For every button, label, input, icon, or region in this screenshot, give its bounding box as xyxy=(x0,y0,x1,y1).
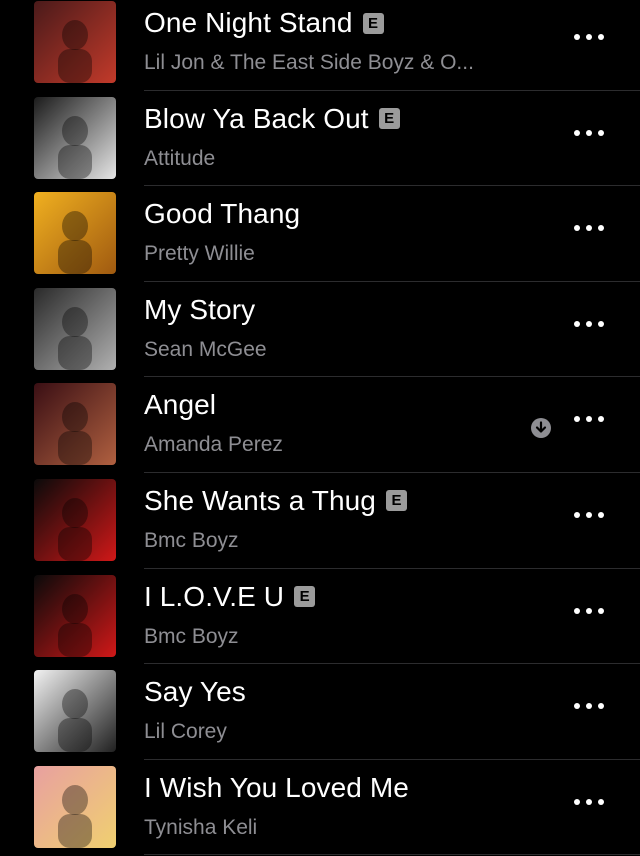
ellipsis-icon[interactable] xyxy=(574,411,604,427)
album-artwork xyxy=(34,574,116,657)
ellipsis-icon[interactable] xyxy=(574,125,604,141)
song-row[interactable]: Blow Ya Back Out E Attitude xyxy=(0,91,640,187)
song-title: I L.O.V.E U xyxy=(144,580,285,612)
ellipsis-icon[interactable] xyxy=(574,507,604,523)
song-artist: Bmc Boyz xyxy=(144,624,239,648)
song-artist: Pretty Willie xyxy=(144,242,255,266)
song-title: One Night Stand xyxy=(144,7,353,38)
song-info: Angel Amanda Perez xyxy=(144,385,530,457)
ellipsis-icon[interactable] xyxy=(574,698,604,714)
album-artwork xyxy=(34,383,116,466)
album-artwork xyxy=(34,478,116,561)
ellipsis-icon[interactable] xyxy=(574,29,604,45)
album-artwork xyxy=(34,1,116,83)
downloaded-icon xyxy=(530,417,552,439)
song-artist: Tynisha Keli xyxy=(144,815,258,839)
song-info: One Night Stand E Lil Jon & The East Side … xyxy=(144,3,530,75)
ellipsis-icon[interactable] xyxy=(574,794,604,810)
song-title: Good Thang xyxy=(144,198,301,230)
album-artwork xyxy=(34,765,116,848)
song-artist: Lil Jon & The East Side Boyz & O... xyxy=(144,51,474,74)
song-row[interactable]: Good Thang Pretty Willie xyxy=(0,186,640,282)
song-row[interactable]: Say Yes Lil Corey xyxy=(0,664,640,760)
song-info: She Wants a Thug E Bmc Boyz xyxy=(144,481,530,553)
song-row[interactable]: Angel Amanda Perez xyxy=(0,377,640,473)
explicit-badge: E xyxy=(362,12,384,34)
explicit-badge: E xyxy=(294,586,316,608)
song-title: Angel xyxy=(144,389,217,421)
song-row[interactable]: One Night Stand E Lil Jon & The East Side … xyxy=(0,0,640,91)
song-artist: Bmc Boyz xyxy=(144,528,239,552)
song-info: Say Yes Lil Corey xyxy=(144,672,530,744)
song-list: One Night Stand E Lil Jon & The East Side … xyxy=(0,0,640,856)
ellipsis-icon[interactable] xyxy=(574,603,604,619)
explicit-badge: E xyxy=(378,108,400,130)
song-title: I Wish You Loved Me xyxy=(144,771,409,803)
song-title: She Wants a Thug xyxy=(144,484,376,516)
album-artwork xyxy=(34,96,116,179)
song-row[interactable]: My Story Sean McGee xyxy=(0,282,640,378)
song-info: Good Thang Pretty Willie xyxy=(144,194,530,266)
song-info: My Story Sean McGee xyxy=(144,290,530,362)
album-artwork xyxy=(34,287,116,370)
ellipsis-icon[interactable] xyxy=(574,316,604,332)
song-artist: Sean McGee xyxy=(144,337,267,361)
song-artist: Lil Corey xyxy=(144,720,227,744)
album-artwork xyxy=(34,192,116,275)
song-info: Blow Ya Back Out E Attitude xyxy=(144,99,530,171)
explicit-badge: E xyxy=(385,490,407,512)
row-divider xyxy=(144,854,640,856)
song-row[interactable]: I L.O.V.E U E Bmc Boyz xyxy=(0,569,640,665)
song-artist: Attitude xyxy=(144,146,216,170)
song-row[interactable]: I Wish You Loved Me Tynisha Keli xyxy=(0,760,640,856)
song-info: I L.O.V.E U E Bmc Boyz xyxy=(144,577,530,649)
song-title: Blow Ya Back Out xyxy=(144,102,369,134)
song-title: My Story xyxy=(144,293,256,325)
ellipsis-icon[interactable] xyxy=(574,220,604,236)
album-artwork xyxy=(34,670,116,753)
song-info: I Wish You Loved Me Tynisha Keli xyxy=(144,768,530,840)
song-artist: Amanda Perez xyxy=(144,433,283,457)
song-title: Say Yes xyxy=(144,676,246,708)
song-row[interactable]: She Wants a Thug E Bmc Boyz xyxy=(0,473,640,569)
